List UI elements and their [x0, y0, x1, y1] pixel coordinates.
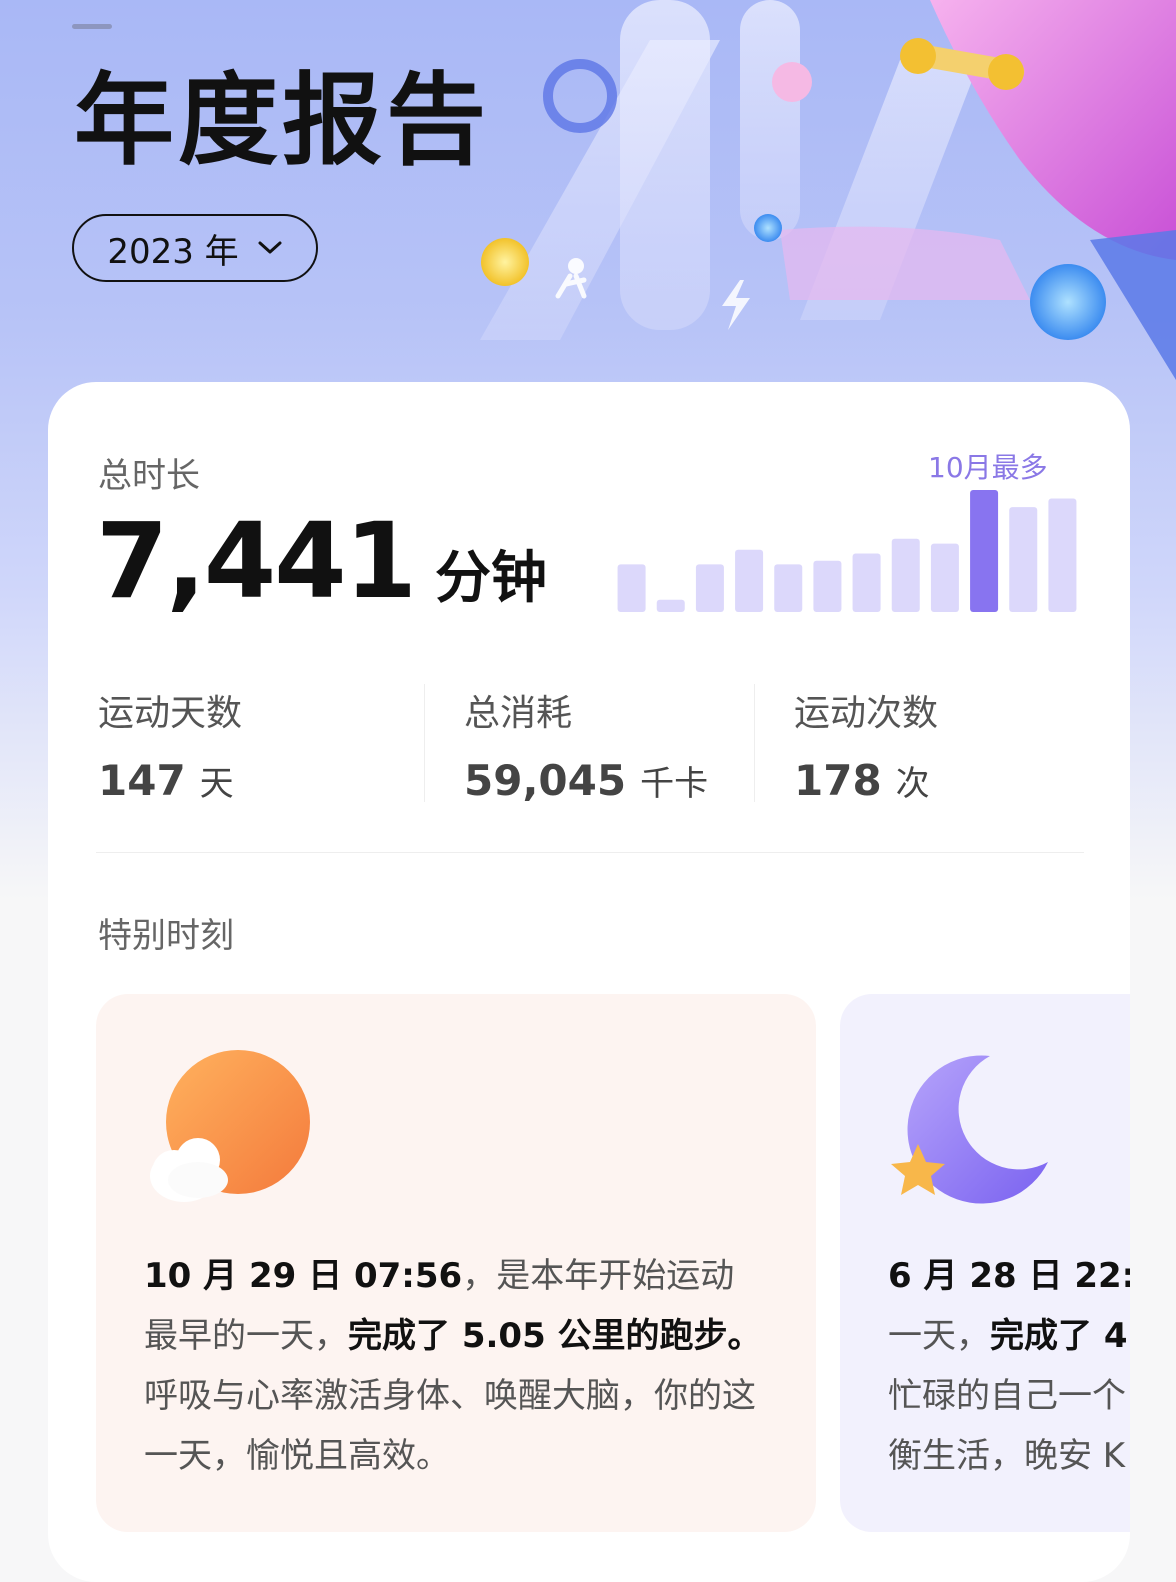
stat-unit: 千卡: [640, 764, 709, 804]
month-bar-4: [735, 549, 764, 612]
stat-value: 178: [794, 756, 882, 805]
month-bar-2: [656, 599, 685, 612]
special-moments-label: 特别时刻: [98, 916, 234, 956]
month-bar-5: [774, 564, 803, 612]
moon-star-icon: [891, 1055, 1048, 1204]
peak-month-label: 10月最多: [928, 451, 1048, 484]
month-bar-1: [617, 564, 646, 612]
moment-card-latest[interactable]: 6 月 28 日 22: 一天，完成了 4 忙碌的自己一个 衡生活，晚安 K: [840, 994, 1130, 1532]
moment-card-earliest[interactable]: 10 月 29 日 07:56，是本年开始运动最早的一天，完成了 5.05 公里…: [96, 994, 816, 1532]
month-bar-8: [891, 538, 920, 612]
stat-value: 147: [98, 756, 186, 805]
total-duration: 7,441 分钟: [96, 500, 547, 622]
moment-text: 呼吸与心率激活身体、唤醒大脑，你的这一天，愉悦且高效。: [144, 1376, 756, 1476]
moment-text: 衡生活，晚安 K: [888, 1436, 1126, 1476]
chevron-down-icon: [258, 241, 282, 254]
moment-text: 忙碌的自己一个: [888, 1376, 1126, 1416]
stat-total-calories: 总消耗 59,045 千卡: [464, 684, 708, 805]
month-bar-6: [813, 560, 842, 612]
moment-time: 10 月 29 日 07:56: [144, 1256, 463, 1296]
moment-description: 10 月 29 日 07:56，是本年开始运动最早的一天，完成了 5.05 公里…: [144, 1246, 764, 1486]
stat-unit: 天: [199, 764, 234, 804]
month-bar-10: [970, 490, 999, 612]
stat-label: 运动次数: [794, 693, 939, 734]
hero-illustration: [480, 0, 1176, 380]
stat-unit: 次: [895, 764, 930, 804]
stat-divider: [424, 684, 425, 802]
moment-text: 一天，: [888, 1316, 990, 1356]
total-duration-value: 7,441: [96, 500, 417, 622]
stat-exercise-count: 运动次数 178 次: [794, 684, 938, 805]
page-title: 年度报告: [74, 62, 490, 179]
moment-highlight: 完成了 5.05 公里的跑步。: [348, 1316, 762, 1356]
stat-divider: [754, 684, 755, 802]
total-duration-unit: 分钟: [434, 546, 547, 611]
year-selector-label: 2023 年: [107, 231, 239, 272]
stat-label: 总消耗: [464, 693, 573, 734]
month-bar-9: [930, 543, 959, 612]
moment-time: 6 月 28 日 22:: [888, 1256, 1130, 1296]
month-bar-12: [1048, 498, 1077, 612]
stat-label: 运动天数: [98, 693, 243, 734]
moment-highlight: 完成了 4: [990, 1316, 1128, 1356]
stat-exercise-days: 运动天数 147 天: [98, 684, 242, 805]
month-bar-7: [852, 553, 881, 612]
year-selector-button[interactable]: 2023 年: [72, 214, 318, 282]
stat-value: 59,045: [464, 756, 627, 805]
moment-description: 6 月 28 日 22: 一天，完成了 4 忙碌的自己一个 衡生活，晚安 K: [888, 1246, 1130, 1486]
sun-cloud-icon: [150, 1050, 310, 1202]
total-duration-label: 总时长: [98, 456, 200, 496]
stats-row: 运动天数 147 天 总消耗 59,045 千卡 运动次数 178 次: [98, 684, 1088, 805]
drag-handle[interactable]: [72, 24, 112, 29]
month-bar-11: [1009, 507, 1038, 612]
month-bar-3: [695, 564, 724, 612]
monthly-duration-chart: [617, 490, 1077, 612]
section-divider: [96, 852, 1084, 853]
report-card: 总时长 7,441 分钟 10月最多 运动天数 147 天 总消耗 59,045 千…: [48, 382, 1130, 1582]
